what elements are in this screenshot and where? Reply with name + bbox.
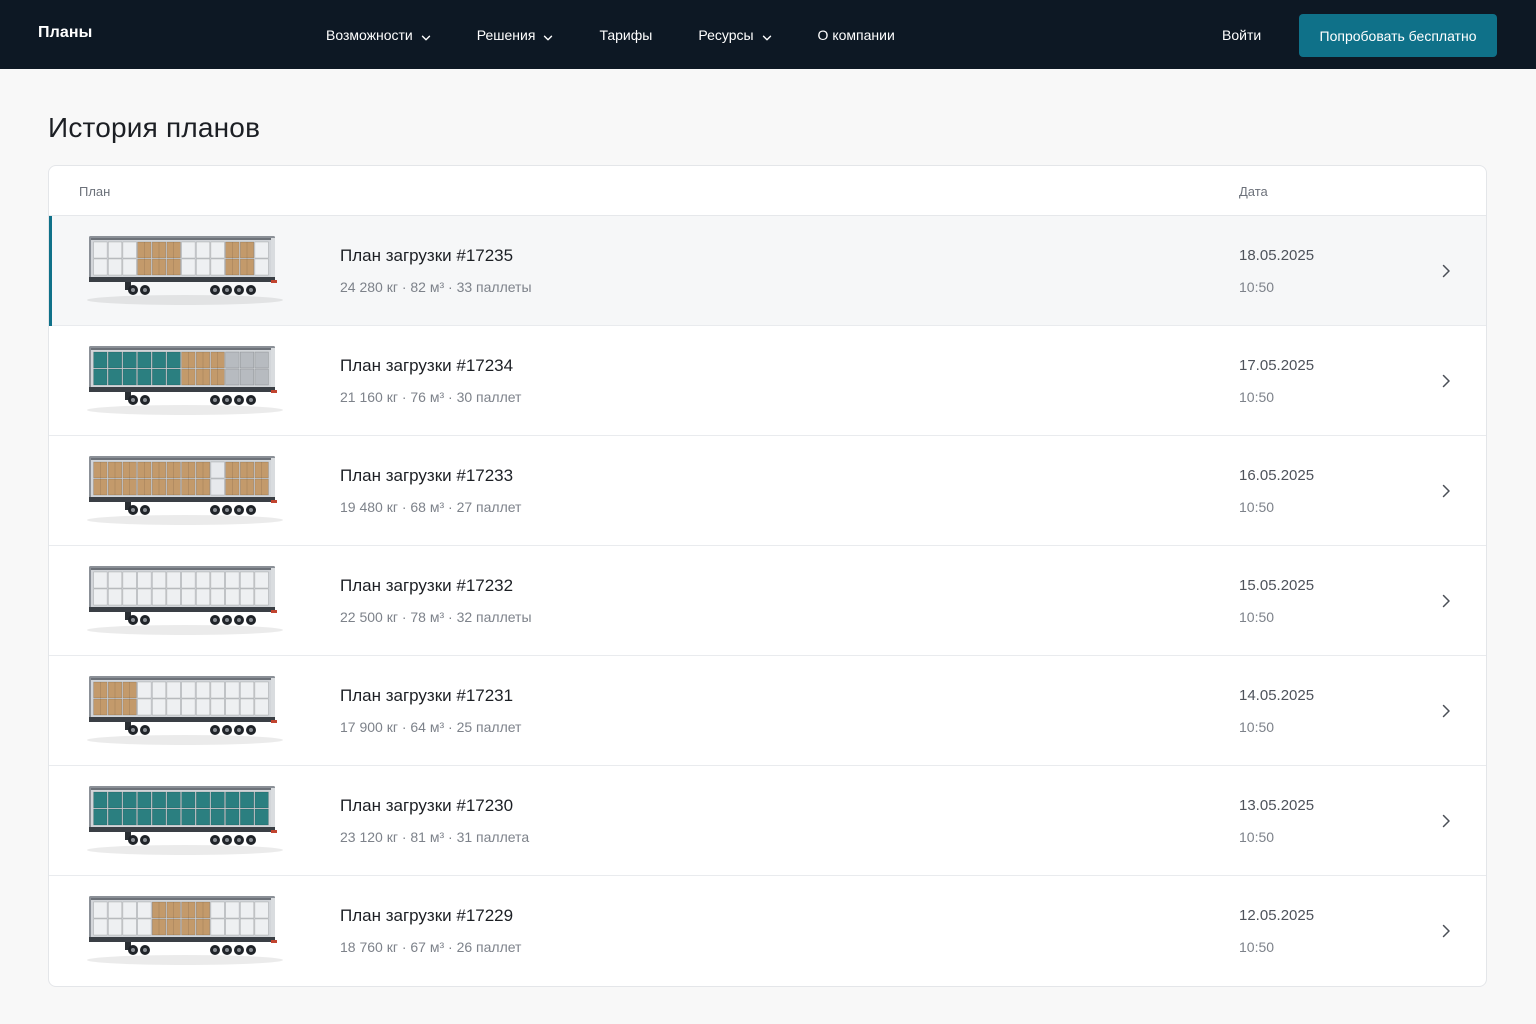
plan-time: 10:50 — [1239, 719, 1275, 735]
truck-load-thumbnail — [85, 560, 285, 640]
table-row[interactable]: План загрузки #17231 17 900 кг · 64 м³ · … — [49, 656, 1486, 766]
chevron-down-icon — [421, 30, 431, 40]
plans-history-table: План Дата План загрузки #17235 24 280 кг … — [48, 165, 1487, 987]
column-header-date: Дата — [1239, 184, 1268, 199]
plan-name: План загрузки #17232 — [340, 576, 514, 595]
plan-meta: 21 160 кг · 76 м³ · 30 паллет — [340, 389, 522, 405]
plan-time: 10:50 — [1239, 499, 1275, 515]
plan-meta: 19 480 кг · 68 м³ · 27 паллет — [340, 499, 522, 515]
table-row[interactable]: План загрузки #17229 18 760 кг · 67 м³ · … — [49, 876, 1486, 986]
chevron-right-icon[interactable] — [1439, 373, 1453, 389]
chevron-right-icon[interactable] — [1439, 593, 1453, 609]
table-row[interactable]: План загрузки #17234 21 160 кг · 76 м³ · … — [49, 326, 1486, 436]
plan-meta: 24 280 кг · 82 м³ · 33 паллеты — [340, 279, 532, 295]
truck-load-thumbnail — [85, 890, 285, 970]
plan-date: 16.05.2025 — [1239, 467, 1315, 484]
plan-name: План загрузки #17234 — [340, 356, 514, 375]
nav-item-0[interactable]: Возможности — [326, 27, 431, 43]
plan-date: 12.05.2025 — [1239, 907, 1315, 924]
truck-load-thumbnail — [85, 670, 285, 750]
chevron-right-icon[interactable] — [1439, 813, 1453, 829]
page-title: История планов — [48, 112, 261, 143]
nav-item-1[interactable]: Решения — [477, 27, 554, 43]
table-row[interactable]: План загрузки #17235 24 280 кг · 82 м³ · … — [49, 216, 1486, 326]
chevron-right-icon[interactable] — [1439, 703, 1453, 719]
truck-load-thumbnail — [85, 230, 285, 310]
nav-item-3[interactable]: Ресурсы — [698, 27, 771, 43]
plan-time: 10:50 — [1239, 609, 1275, 625]
column-header-plan: План — [79, 184, 111, 199]
plan-time: 10:50 — [1239, 829, 1275, 845]
main-nav: Возможности Решения Тарифы Ресурсы О компани… — [326, 0, 941, 69]
table-header: План Дата — [49, 166, 1486, 216]
plan-name: План загрузки #17231 — [340, 686, 514, 705]
nav-item-label: Тарифы — [599, 26, 653, 43]
truck-load-thumbnail — [85, 780, 285, 860]
chevron-right-icon[interactable] — [1439, 483, 1453, 499]
plans-list: План загрузки #17235 24 280 кг · 82 м³ · … — [49, 216, 1486, 986]
plan-date: 14.05.2025 — [1239, 687, 1315, 704]
nav-item-label: Ресурсы — [698, 26, 754, 43]
truck-load-thumbnail — [85, 340, 285, 420]
chevron-right-icon[interactable] — [1439, 923, 1453, 939]
plan-meta: 17 900 кг · 64 м³ · 25 паллет — [340, 719, 522, 735]
plan-time: 10:50 — [1239, 389, 1275, 405]
plan-name: План загрузки #17233 — [340, 466, 514, 485]
plan-name: План загрузки #17235 — [340, 246, 514, 265]
table-row[interactable]: План загрузки #17230 23 120 кг · 81 м³ · … — [49, 766, 1486, 876]
chevron-down-icon — [543, 30, 553, 40]
plan-date: 17.05.2025 — [1239, 357, 1315, 374]
plan-date: 18.05.2025 — [1239, 247, 1315, 264]
plan-meta: 23 120 кг · 81 м³ · 31 паллета — [340, 829, 530, 845]
nav-item-4[interactable]: О компании — [818, 27, 895, 43]
nav-item-2[interactable]: Тарифы — [599, 27, 652, 43]
plan-name: План загрузки #17230 — [340, 796, 514, 815]
truck-load-thumbnail — [85, 450, 285, 530]
chevron-right-icon[interactable] — [1439, 263, 1453, 279]
table-row[interactable]: План загрузки #17233 19 480 кг · 68 м³ · … — [49, 436, 1486, 546]
plan-time: 10:50 — [1239, 279, 1275, 295]
top-navigation-bar: Планы Возможности Решения Тарифы Ресурсы О к… — [0, 0, 1536, 69]
plan-meta: 18 760 кг · 67 м³ · 26 паллет — [340, 939, 522, 955]
plan-date: 13.05.2025 — [1239, 797, 1315, 814]
plan-time: 10:50 — [1239, 939, 1275, 955]
nav-item-label: О компании — [817, 26, 895, 43]
plan-meta: 22 500 кг · 78 м³ · 32 паллеты — [340, 609, 532, 625]
chevron-down-icon — [762, 30, 772, 40]
plan-date: 15.05.2025 — [1239, 577, 1315, 594]
plan-name: План загрузки #17229 — [340, 906, 514, 925]
try-free-button[interactable]: Попробовать бесплатно — [1299, 14, 1497, 57]
nav-item-label: Решения — [476, 26, 536, 43]
table-row[interactable]: План загрузки #17232 22 500 кг · 78 м³ · … — [49, 546, 1486, 656]
brand-logo[interactable]: Планы — [38, 24, 92, 42]
login-link[interactable]: Войти — [1222, 27, 1261, 43]
nav-item-label: Возможности — [326, 26, 413, 43]
